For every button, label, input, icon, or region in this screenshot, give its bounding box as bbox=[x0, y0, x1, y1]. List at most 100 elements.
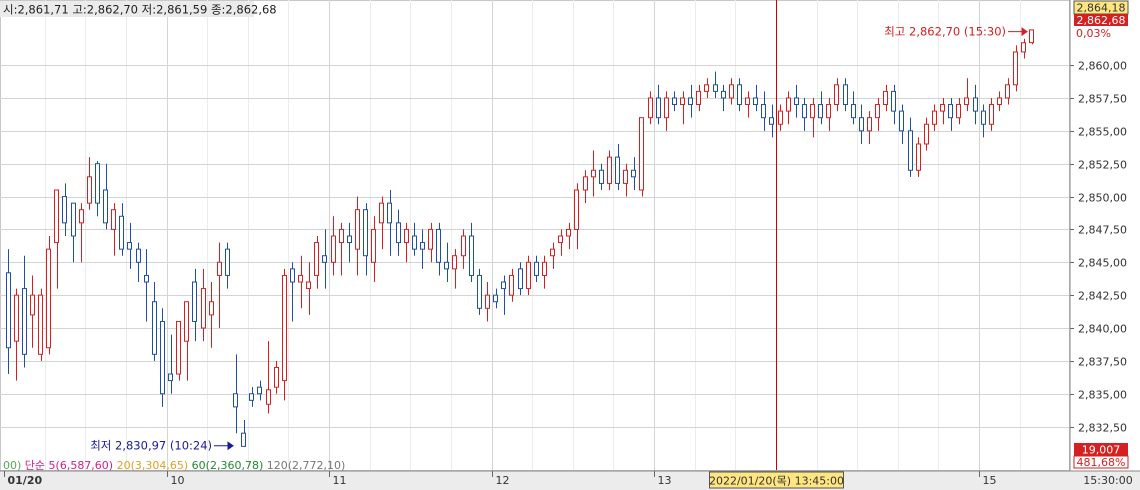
candle-body bbox=[607, 156, 612, 184]
candle-body bbox=[144, 274, 149, 283]
candle-body bbox=[176, 320, 181, 375]
candle-body bbox=[54, 189, 59, 244]
candle-body bbox=[639, 117, 644, 191]
candle-body bbox=[249, 393, 254, 401]
candle-body bbox=[436, 228, 441, 263]
plot-area bbox=[0, 0, 1070, 471]
time-tick-label: 15 bbox=[983, 474, 997, 487]
price-tick-label: 2,842,50 bbox=[1078, 290, 1127, 303]
candle-body bbox=[704, 84, 709, 92]
candle-body bbox=[322, 255, 327, 263]
candle-body bbox=[136, 248, 141, 263]
candle-body bbox=[22, 288, 27, 355]
candle-body bbox=[168, 373, 173, 382]
candle-body bbox=[518, 268, 523, 290]
price-tick-label: 2,860,00 bbox=[1078, 60, 1127, 73]
candle-body bbox=[940, 104, 945, 112]
candle-body bbox=[802, 104, 807, 119]
candle-body bbox=[46, 248, 51, 349]
candle-body bbox=[656, 97, 661, 119]
candle-body bbox=[469, 235, 474, 276]
candle-body bbox=[331, 235, 336, 263]
candle-body bbox=[111, 209, 116, 230]
candle-body bbox=[192, 281, 197, 322]
candle-body bbox=[867, 117, 872, 132]
low-annotation: 최저 2,830,97 (10:24) bbox=[90, 439, 212, 453]
candle-body bbox=[818, 104, 823, 119]
candle-body bbox=[761, 104, 766, 119]
candle-body bbox=[501, 281, 506, 290]
candle-body bbox=[87, 176, 92, 204]
candle-body bbox=[623, 169, 628, 184]
candle-body bbox=[599, 169, 604, 184]
candle-body bbox=[257, 386, 262, 395]
candle-body bbox=[95, 163, 100, 204]
candle-body bbox=[526, 261, 531, 290]
candle-body bbox=[387, 202, 392, 224]
candle-body bbox=[152, 301, 157, 355]
candle-body bbox=[737, 84, 742, 106]
candle-body bbox=[899, 110, 904, 132]
moving-average-legend: 00) 단순 5(6,587,60) 20(3,304,65) 60(2,360… bbox=[3, 459, 345, 472]
price-tick-label: 2,852,50 bbox=[1078, 159, 1127, 172]
candle-body bbox=[477, 274, 482, 309]
candle-body bbox=[843, 84, 848, 106]
candle-body bbox=[615, 156, 620, 184]
candle-body bbox=[404, 228, 409, 244]
chart-window: 2,860,00 2,857,50 2,855,00 2,852,50 2,850,00… bbox=[0, 0, 1140, 490]
candle-body bbox=[550, 248, 555, 257]
ma-legend-entry: 00) bbox=[3, 459, 21, 472]
candle-body bbox=[30, 294, 35, 316]
candle-body bbox=[753, 97, 758, 106]
candle-body bbox=[680, 97, 685, 106]
candle-body bbox=[688, 97, 693, 106]
ma-legend-entry: 단순 5(6,587,60) bbox=[21, 459, 113, 472]
time-tick-label: 11 bbox=[333, 474, 347, 487]
price-tick-label: 2,857,50 bbox=[1078, 93, 1127, 106]
candle-body bbox=[932, 110, 937, 125]
candle-body bbox=[956, 104, 961, 119]
candle-body bbox=[989, 104, 994, 125]
candle-body bbox=[127, 242, 132, 250]
change-percent-label: 0,03% bbox=[1076, 27, 1111, 40]
time-tick-label: 13 bbox=[658, 474, 672, 487]
candle-body bbox=[778, 110, 783, 125]
time-tick-label: 01/20 bbox=[8, 474, 43, 487]
candle-body bbox=[201, 288, 206, 329]
candle-body bbox=[184, 301, 189, 342]
candle-body bbox=[997, 97, 1002, 106]
candle-body bbox=[233, 393, 238, 408]
last-price-label: 2,862,68 bbox=[1077, 14, 1126, 27]
candle-body bbox=[371, 228, 376, 263]
candle-body bbox=[851, 104, 856, 119]
svg-text:00) 단순 5(6,587,60) 20(3,304,: 00) 단순 5(6,587,60) 20(3,304,65) 60(2,360… bbox=[3, 459, 345, 472]
price-tick-label: 2,837,50 bbox=[1078, 356, 1127, 369]
candle-body bbox=[948, 104, 953, 119]
candle-body bbox=[71, 202, 76, 237]
candle-body bbox=[981, 110, 986, 125]
candle-body bbox=[542, 261, 547, 276]
candle-body bbox=[119, 215, 124, 250]
time-tick-label: 12 bbox=[496, 474, 510, 487]
candle-body bbox=[875, 104, 880, 119]
candle-body bbox=[217, 261, 222, 276]
candle-body bbox=[493, 294, 498, 303]
candle-body bbox=[282, 274, 287, 382]
candle-body bbox=[14, 294, 19, 342]
candlestick-chart[interactable]: 2,860,00 2,857,50 2,855,00 2,852,50 2,850,00… bbox=[0, 0, 1140, 490]
candle-body bbox=[209, 301, 214, 316]
candle-body bbox=[591, 169, 596, 178]
candle-body bbox=[973, 97, 978, 112]
candle-body bbox=[794, 97, 799, 106]
candle-body bbox=[363, 209, 368, 257]
candle-body bbox=[1021, 42, 1026, 53]
candle-body bbox=[721, 90, 726, 99]
candle-body bbox=[298, 274, 303, 283]
candle-body bbox=[160, 320, 165, 395]
candle-body bbox=[266, 389, 271, 405]
candle-body bbox=[485, 294, 490, 309]
candle-body bbox=[1029, 29, 1034, 44]
candle-body bbox=[62, 196, 67, 224]
candle-body bbox=[79, 209, 84, 224]
candle-body bbox=[745, 97, 750, 106]
